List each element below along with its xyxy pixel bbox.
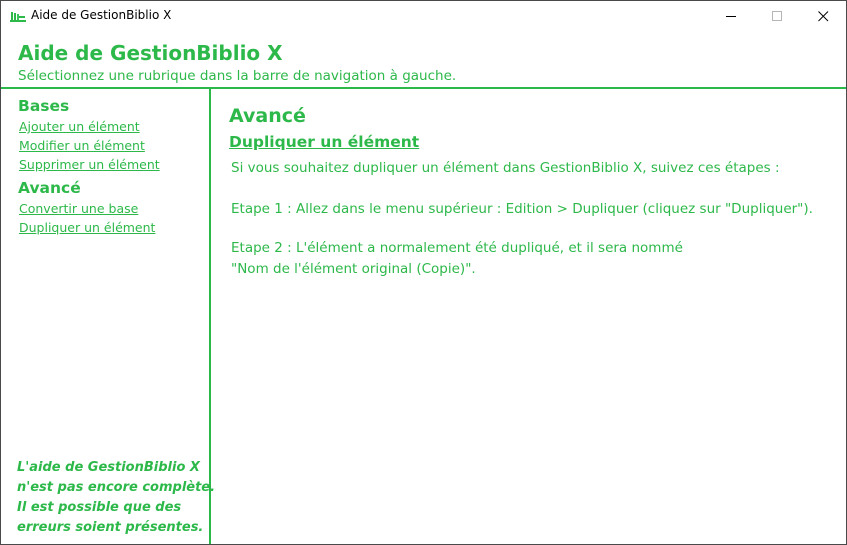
content-step-1: Etape 1 : Allez dans le menu supérieur :… (231, 201, 813, 217)
sidebar-link-supprimer-element[interactable]: Supprimer un élément (19, 157, 160, 172)
close-button[interactable] (800, 1, 846, 31)
sidebar-link-modifier-element[interactable]: Modifier un élément (19, 138, 145, 153)
page-subtitle: Sélectionnez une rubrique dans la barre … (18, 68, 457, 84)
bookshelf-icon (10, 9, 26, 23)
content-step-2: Etape 2 : L'élément a normalement été du… (231, 238, 683, 280)
minimize-icon (726, 16, 736, 17)
sidebar-navigation: Bases Ajouter un élément Modifier un élé… (1, 89, 216, 544)
window-title: Aide de GestionBiblio X (31, 8, 172, 22)
help-window: Aide de GestionBiblio X Aide de GestionB… (0, 0, 847, 545)
close-icon (818, 11, 829, 22)
help-content: Avancé Dupliquer un élément Si vous souh… (211, 89, 846, 544)
sidebar-incomplete-note: L'aide de GestionBiblio X n'est pas enco… (17, 458, 216, 538)
note-line: Il est possible que des (17, 500, 182, 515)
sidebar-section-bases: Bases (18, 97, 70, 115)
page-title: Aide de GestionBiblio X (18, 41, 283, 65)
content-intro: Si vous souhaitez dupliquer un élément d… (231, 160, 780, 176)
content-topic-heading: Dupliquer un élément (229, 133, 420, 151)
help-header: Aide de GestionBiblio X Sélectionnez une… (1, 31, 846, 89)
note-line: n'est pas encore complète. (17, 480, 216, 495)
note-line: L'aide de GestionBiblio X (17, 460, 200, 475)
content-step-2-line-1: Etape 2 : L'élément a normalement été du… (231, 240, 683, 256)
maximize-button[interactable] (754, 1, 800, 31)
note-line: erreurs soient présentes. (17, 520, 204, 535)
sidebar-link-convertir-base[interactable]: Convertir une base (19, 201, 138, 216)
content-step-2-line-2: "Nom de l'élément original (Copie)". (231, 261, 476, 277)
maximize-icon (772, 11, 782, 21)
sidebar-link-dupliquer-element[interactable]: Dupliquer un élément (19, 220, 155, 235)
title-bar[interactable]: Aide de GestionBiblio X (1, 1, 846, 31)
minimize-button[interactable] (708, 1, 754, 31)
sidebar-link-ajouter-element[interactable]: Ajouter un élément (19, 119, 140, 134)
content-section-title: Avancé (229, 105, 306, 127)
sidebar-section-avance: Avancé (18, 179, 81, 197)
